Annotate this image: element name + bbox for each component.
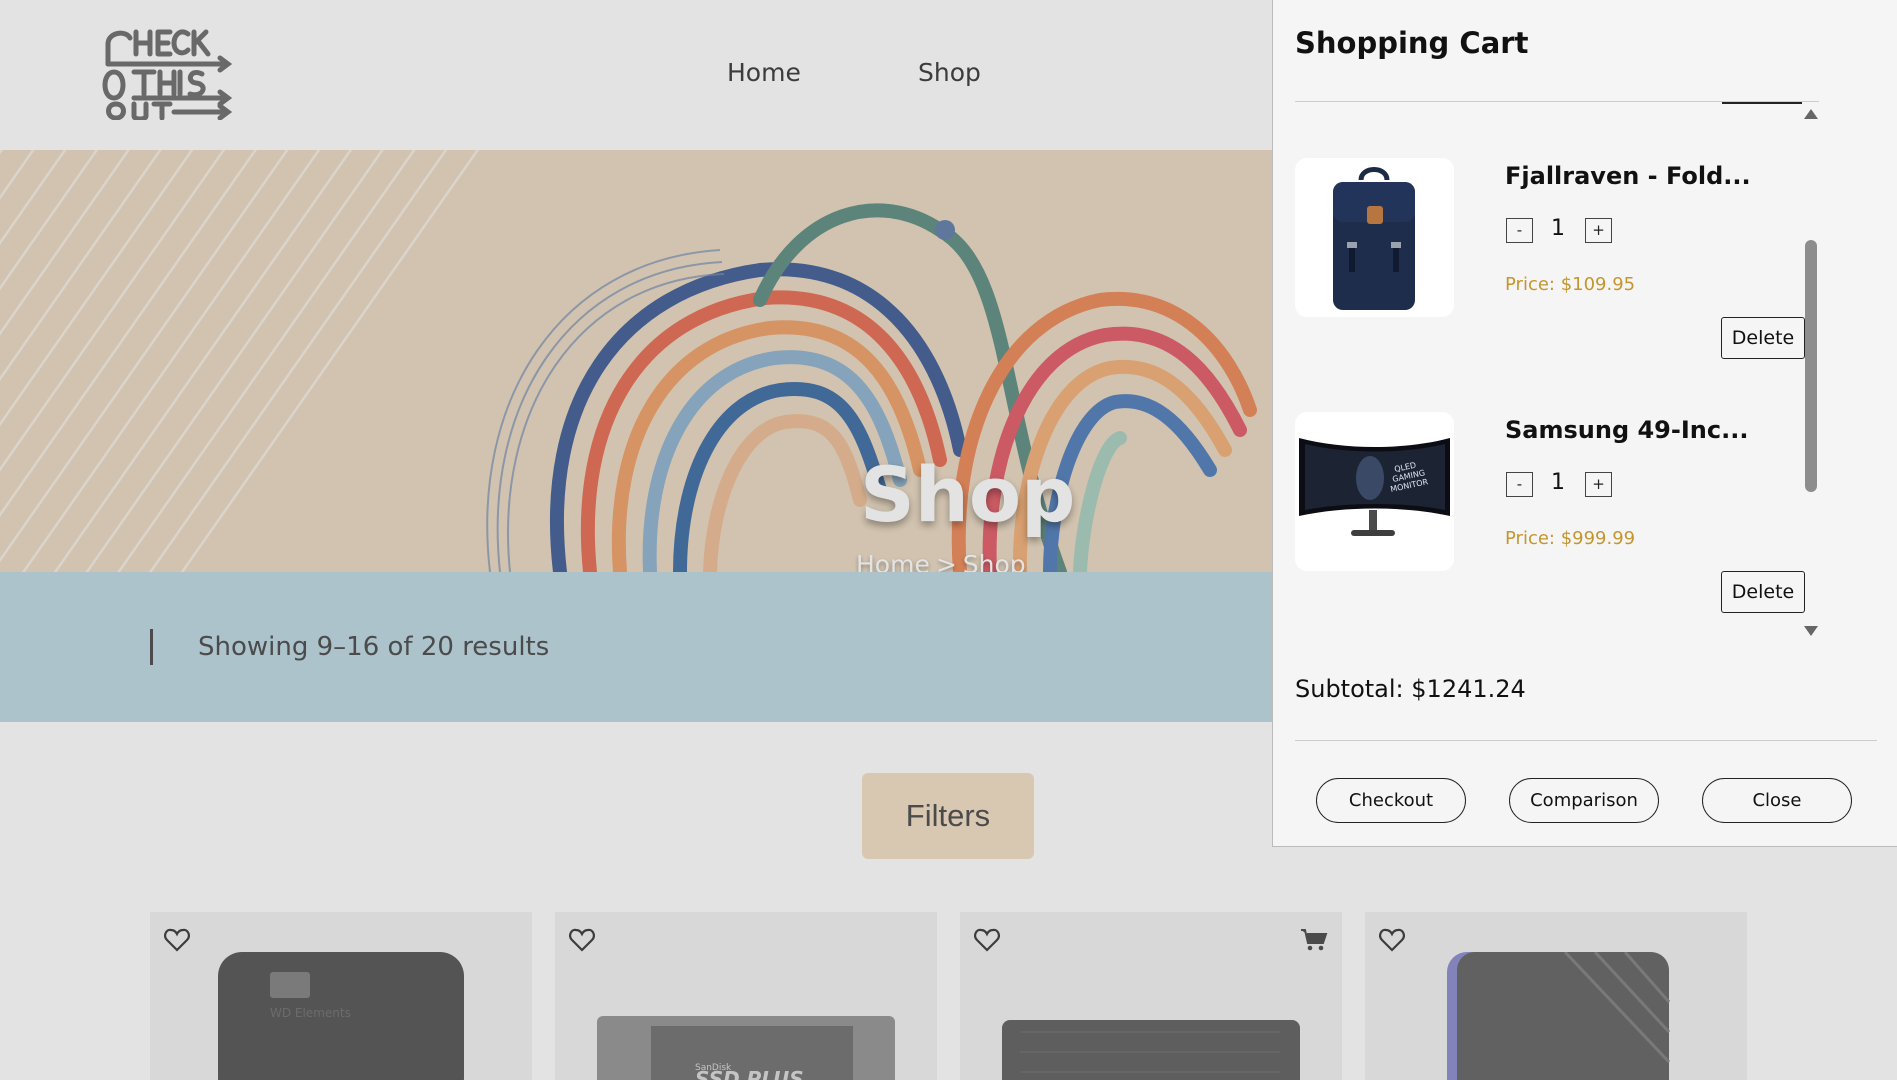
quantity-value: 1 [1551,216,1565,241]
shopping-cart-panel: Shopping Cart Fjallraven - Fold... - 1 +… [1272,0,1897,847]
previous-delete-button-edge [1722,102,1802,104]
cart-item-name: Fjallraven - Fold... [1505,162,1751,190]
cart-item-name: Samsung 49-Inc... [1505,416,1749,444]
divider [1295,740,1877,741]
cart-item: Fjallraven - Fold... - 1 + Price: $109.9… [1295,158,1805,378]
quantity-decrease-button[interactable]: - [1506,472,1533,497]
checkout-button[interactable]: Checkout [1316,778,1466,823]
cart-item-price: Price: $109.95 [1505,274,1636,295]
quantity-increase-button[interactable]: + [1585,218,1612,243]
cart-item-image [1295,158,1454,317]
backpack-image [1333,167,1415,310]
delete-item-button[interactable]: Delete [1721,571,1805,613]
scroll-down-arrow-icon[interactable] [1804,626,1818,636]
cart-scrollbar[interactable] [1798,104,1823,640]
close-cart-button[interactable]: Close [1702,778,1852,823]
cart-subtotal: Subtotal: $1241.24 [1295,675,1526,703]
quantity-increase-button[interactable]: + [1585,472,1612,497]
cart-title: Shopping Cart [1295,26,1529,60]
comparison-button[interactable]: Comparison [1509,778,1659,823]
delete-item-button[interactable]: Delete [1721,317,1805,359]
quantity-value: 1 [1551,470,1565,495]
monitor-image: QLED GAMING MONITOR [1299,438,1450,536]
quantity-decrease-button[interactable]: - [1506,218,1533,243]
cart-item: QLED GAMING MONITOR Samsung 49-Inc... - … [1295,412,1805,632]
scroll-up-arrow-icon[interactable] [1804,109,1818,119]
cart-item-image: QLED GAMING MONITOR [1295,412,1454,571]
cart-items-list[interactable]: Fjallraven - Fold... - 1 + Price: $109.9… [1295,102,1825,640]
scrollbar-thumb[interactable] [1805,240,1817,492]
cart-item-price: Price: $999.99 [1505,528,1636,549]
